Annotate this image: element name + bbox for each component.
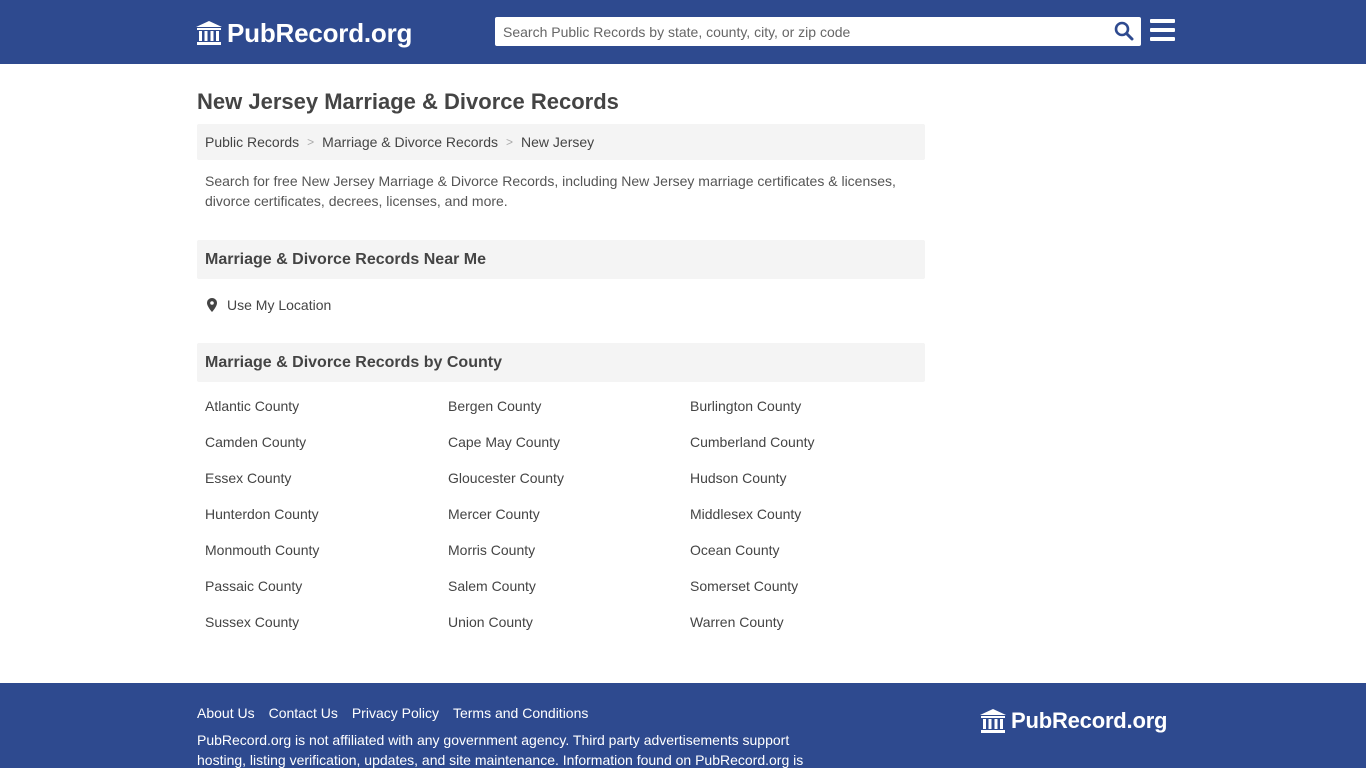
county-link-somerset[interactable]: Somerset County — [690, 578, 798, 594]
site-logo-text: PubRecord.org — [227, 17, 413, 48]
county-link-sussex[interactable]: Sussex County — [205, 614, 299, 630]
county-link-hudson[interactable]: Hudson County — [690, 470, 787, 486]
breadcrumb-marriage-divorce[interactable]: Marriage & Divorce Records — [322, 134, 498, 150]
hamburger-menu-icon — [1150, 19, 1175, 23]
footer-link-contact-us[interactable]: Contact Us — [269, 705, 338, 721]
county-link-morris[interactable]: Morris County — [448, 542, 535, 558]
footer-link-about-us[interactable]: About Us — [197, 705, 255, 721]
footer-nav: About Us Contact Us Privacy Policy Terms… — [197, 705, 602, 721]
breadcrumb-public-records[interactable]: Public Records — [205, 134, 299, 150]
county-link-salem[interactable]: Salem County — [448, 578, 536, 594]
county-link-warren[interactable]: Warren County — [690, 614, 784, 630]
hamburger-menu-icon — [1150, 28, 1175, 32]
menu-button[interactable] — [1150, 19, 1176, 43]
county-link-mercer[interactable]: Mercer County — [448, 506, 540, 522]
footer-logo-text: PubRecord.org — [1011, 708, 1168, 733]
near-me-heading: Marriage & Divorce Records Near Me — [197, 240, 925, 279]
site-header: PubRecord.org — [0, 0, 1366, 64]
intro-text: Search for free New Jersey Marriage & Di… — [205, 173, 896, 209]
footer-link-privacy-policy[interactable]: Privacy Policy — [352, 705, 439, 721]
site-footer: About Us Contact Us Privacy Policy Terms… — [0, 683, 1366, 768]
footer-logo[interactable]: PubRecord.org — [979, 708, 1168, 734]
footer-link-terms[interactable]: Terms and Conditions — [453, 705, 588, 721]
courthouse-icon — [980, 709, 1006, 733]
county-link-middlesex[interactable]: Middlesex County — [690, 506, 801, 522]
county-link-monmouth[interactable]: Monmouth County — [205, 542, 319, 558]
county-link-atlantic[interactable]: Atlantic County — [205, 398, 299, 414]
map-marker-icon — [207, 298, 217, 312]
by-county-heading: Marriage & Divorce Records by County — [197, 343, 925, 382]
breadcrumb-separator: > — [307, 135, 315, 149]
county-link-hunterdon[interactable]: Hunterdon County — [205, 506, 319, 522]
county-link-cape-may[interactable]: Cape May County — [448, 434, 560, 450]
use-my-location-link[interactable]: Use My Location — [207, 296, 331, 314]
footer-disclaimer: PubRecord.org is not affiliated with any… — [197, 732, 804, 768]
site-logo[interactable]: PubRecord.org — [195, 18, 412, 48]
courthouse-icon — [196, 21, 222, 45]
county-link-union[interactable]: Union County — [448, 614, 533, 630]
county-link-ocean[interactable]: Ocean County — [690, 542, 780, 558]
breadcrumb-current: New Jersey — [521, 134, 595, 150]
county-link-cumberland[interactable]: Cumberland County — [690, 434, 815, 450]
county-link-gloucester[interactable]: Gloucester County — [448, 470, 564, 486]
breadcrumb-separator: > — [506, 135, 514, 149]
page-title: New Jersey Marriage & Divorce Records — [197, 89, 619, 114]
county-link-bergen[interactable]: Bergen County — [448, 398, 541, 414]
county-link-passaic[interactable]: Passaic County — [205, 578, 302, 594]
hamburger-menu-icon — [1150, 37, 1175, 41]
search-bar — [495, 17, 1141, 46]
search-icon — [1114, 21, 1134, 41]
use-my-location-label: Use My Location — [227, 297, 332, 313]
search-button[interactable] — [1113, 21, 1135, 43]
county-link-burlington[interactable]: Burlington County — [690, 398, 801, 414]
breadcrumb: Public Records > Marriage & Divorce Reco… — [197, 124, 925, 160]
county-link-camden[interactable]: Camden County — [205, 434, 306, 450]
search-input[interactable] — [495, 17, 1105, 46]
county-link-essex[interactable]: Essex County — [205, 470, 291, 486]
